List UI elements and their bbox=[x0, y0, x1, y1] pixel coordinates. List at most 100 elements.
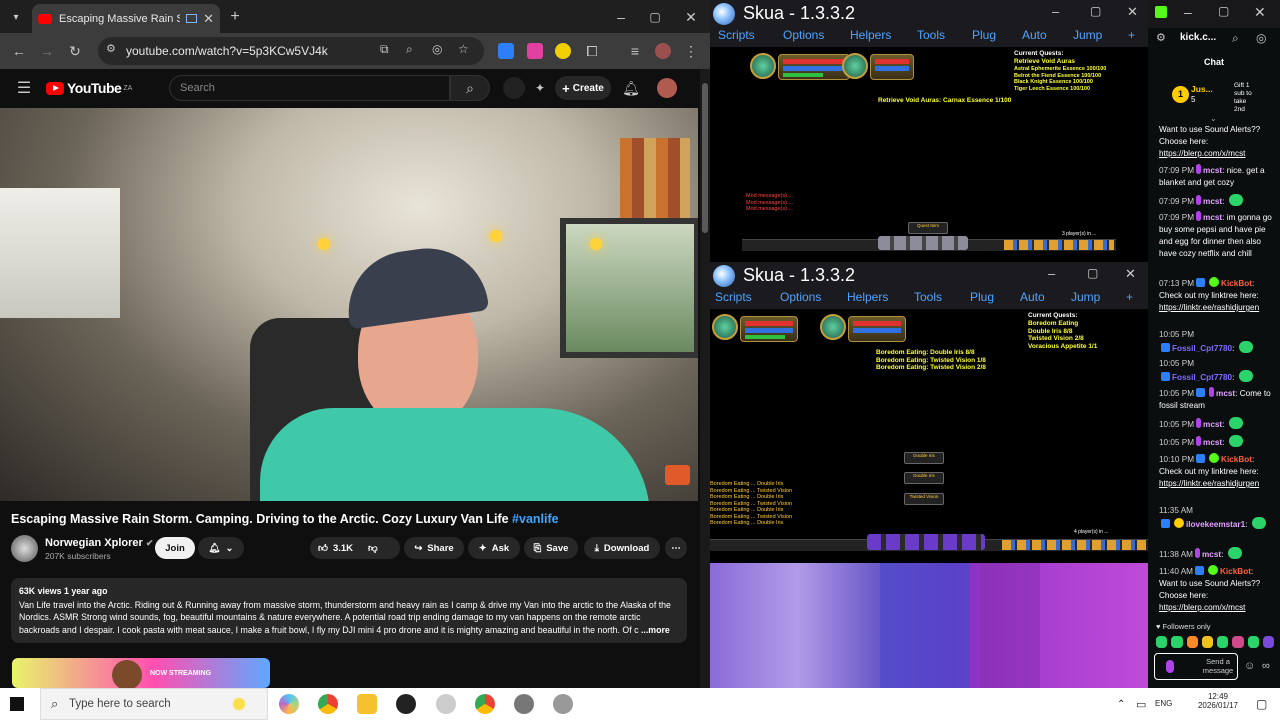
thumb-down-icon[interactable]: 👎︎ bbox=[368, 542, 378, 554]
snipping-tool-icon[interactable] bbox=[436, 694, 456, 714]
message-link[interactable]: https://blerp.com/x/mcst bbox=[1159, 149, 1245, 158]
chrome-icon[interactable] bbox=[475, 694, 495, 714]
windows-start-icon[interactable] bbox=[10, 697, 24, 711]
skua-taskbar-icon[interactable] bbox=[553, 694, 573, 714]
menu-plug[interactable]: Plug bbox=[972, 28, 996, 42]
menu-helpers[interactable]: Helpers bbox=[850, 28, 891, 42]
gift-leaderboard[interactable]: 1 Jus... 5 Gift 1 sub to take 2nd bbox=[1172, 82, 1272, 113]
skill-bar[interactable] bbox=[867, 534, 985, 550]
forward-icon[interactable]: → bbox=[38, 42, 56, 60]
menu-tools[interactable]: Tools bbox=[914, 290, 942, 304]
description-box[interactable]: 63K views 1 year ago Van Life travel int… bbox=[11, 578, 687, 643]
emote-picker-icon[interactable]: ☺ bbox=[1244, 660, 1255, 672]
menu-add[interactable]: + bbox=[1128, 28, 1135, 42]
voice-search-mic-icon[interactable] bbox=[503, 77, 525, 99]
microphone-icon[interactable] bbox=[1166, 660, 1174, 673]
bookmark-star-icon[interactable]: ☆ bbox=[458, 42, 469, 56]
close-button[interactable]: ✕ bbox=[1125, 266, 1136, 282]
tracking-icon[interactable]: ◎ bbox=[432, 42, 442, 56]
copilot-icon[interactable] bbox=[279, 694, 299, 714]
message-user[interactable]: KickBot bbox=[1221, 455, 1252, 464]
emote-icon[interactable] bbox=[1156, 636, 1168, 648]
game-viewport[interactable]: Current Quests: Retrieve Void Auras Astr… bbox=[710, 47, 1148, 262]
media-control-icon[interactable]: ≡ bbox=[626, 42, 644, 60]
skill-bar[interactable] bbox=[878, 236, 968, 250]
emote-icon[interactable] bbox=[1247, 636, 1259, 648]
thumb-up-icon[interactable]: 👍︎ bbox=[318, 542, 328, 554]
file-explorer-icon[interactable] bbox=[357, 694, 377, 714]
download-button[interactable]: ⤓ Download bbox=[584, 537, 660, 559]
close-window-button[interactable]: ✕ bbox=[682, 8, 700, 26]
hamburger-menu-icon[interactable]: ☰ bbox=[14, 79, 34, 97]
close-button[interactable]: ✕ bbox=[1127, 4, 1138, 20]
emote-quick-bar[interactable] bbox=[1156, 636, 1274, 649]
site-settings-icon[interactable]: ⚙ bbox=[1156, 31, 1166, 44]
message-user[interactable]: ilovekeemstar1 bbox=[1186, 520, 1245, 529]
maximize-button[interactable]: ▢ bbox=[1087, 266, 1098, 280]
message-user[interactable]: mcst bbox=[1202, 550, 1221, 559]
back-icon[interactable]: ← bbox=[10, 42, 28, 60]
page-scrollbar[interactable] bbox=[700, 69, 710, 688]
message-user[interactable]: mcst bbox=[1203, 420, 1222, 429]
message-user[interactable]: mcst bbox=[1203, 213, 1222, 222]
game-viewport[interactable]: Current Quests: Boredom Eating Double Ir… bbox=[710, 309, 1148, 563]
network-icon[interactable]: ▭ bbox=[1136, 698, 1146, 711]
notifications-subscribe-button[interactable]: 🔔︎ ⌄ bbox=[198, 537, 244, 559]
like-count[interactable]: 3.1K bbox=[333, 543, 353, 554]
extension-icon[interactable] bbox=[555, 43, 571, 59]
maximize-button[interactable]: ▢ bbox=[1218, 4, 1229, 18]
extension-icon[interactable] bbox=[498, 43, 514, 59]
emote-icon[interactable] bbox=[1171, 636, 1183, 648]
zoom-icon[interactable]: ⌕ bbox=[1232, 31, 1239, 46]
menu-helpers[interactable]: Helpers bbox=[847, 290, 888, 304]
menu-options[interactable]: Options bbox=[783, 28, 824, 42]
notifications-icon[interactable]: ▢ bbox=[1256, 697, 1267, 711]
menu-icons[interactable] bbox=[1002, 540, 1146, 550]
emote-icon[interactable] bbox=[1201, 636, 1213, 648]
extensions-puzzle-icon[interactable]: ⧠ bbox=[583, 42, 601, 60]
message-user[interactable]: Fossil_Cpt7780 bbox=[1172, 373, 1232, 382]
hashtag-link[interactable]: #vanlife bbox=[512, 512, 559, 526]
youtube-logo[interactable]: YouTube ZA bbox=[46, 80, 132, 96]
tracking-icon[interactable]: ◎ bbox=[1256, 31, 1266, 45]
browser-menu-icon[interactable]: ⋮ bbox=[684, 42, 698, 60]
minimize-button[interactable]: – bbox=[612, 8, 630, 26]
close-button[interactable]: ✕ bbox=[1254, 4, 1266, 21]
menu-icons[interactable] bbox=[1004, 240, 1114, 250]
site-info-icon[interactable]: ⚙ bbox=[106, 42, 116, 55]
new-tab-button[interactable]: + bbox=[226, 8, 244, 26]
tray-chevron-up-icon[interactable]: ⌃ bbox=[1117, 699, 1125, 710]
search-icon[interactable]: ⌕ bbox=[450, 75, 490, 101]
tab-close-icon[interactable]: ✕ bbox=[203, 11, 214, 27]
channel-name[interactable]: Norwegian Xplorer ✔ bbox=[45, 537, 153, 549]
menu-tools[interactable]: Tools bbox=[917, 28, 945, 42]
scrollbar-thumb[interactable] bbox=[702, 83, 708, 233]
youtube-search-input[interactable]: Search bbox=[169, 75, 450, 101]
menu-auto[interactable]: Auto bbox=[1020, 290, 1045, 304]
message-user[interactable]: mcst bbox=[1216, 389, 1235, 398]
tab-search-chevron-icon[interactable]: ▾ bbox=[6, 8, 26, 26]
notifications-bell-icon[interactable]: 🔔︎ bbox=[622, 79, 640, 97]
maximize-button[interactable]: ▢ bbox=[646, 8, 664, 26]
minimize-button[interactable]: – bbox=[1184, 4, 1192, 20]
ai-sparkle-icon[interactable]: ✦ bbox=[531, 79, 549, 97]
message-link[interactable]: https://blerp.com/x/mcst bbox=[1159, 603, 1245, 612]
account-avatar[interactable] bbox=[657, 78, 677, 98]
join-button[interactable]: Join bbox=[155, 537, 195, 559]
chevron-down-icon[interactable]: ⌄ bbox=[1210, 114, 1217, 123]
chrome-icon[interactable] bbox=[318, 694, 338, 714]
message-user[interactable]: mcst bbox=[1203, 438, 1222, 447]
install-icon[interactable]: ⧉ bbox=[380, 42, 389, 57]
channel-avatar[interactable] bbox=[11, 535, 38, 562]
menu-scripts[interactable]: Scripts bbox=[718, 28, 755, 42]
streaming-banner[interactable]: NOW STREAMING bbox=[12, 658, 270, 688]
emote-icon[interactable] bbox=[1232, 636, 1244, 648]
emote-icon[interactable] bbox=[1217, 636, 1229, 648]
menu-jump[interactable]: Jump bbox=[1073, 28, 1102, 42]
maximize-button[interactable]: ▢ bbox=[1090, 4, 1101, 18]
address-bar[interactable]: ⚙ youtube.com/watch?v=5p3KCw5VJ4k ⧉ ⌕ ◎ … bbox=[98, 37, 484, 65]
menu-scripts[interactable]: Scripts bbox=[715, 290, 752, 304]
share-button[interactable]: ↪ Share bbox=[404, 537, 464, 559]
message-user[interactable]: mcst bbox=[1203, 197, 1222, 206]
more-link[interactable]: ...more bbox=[641, 625, 670, 635]
